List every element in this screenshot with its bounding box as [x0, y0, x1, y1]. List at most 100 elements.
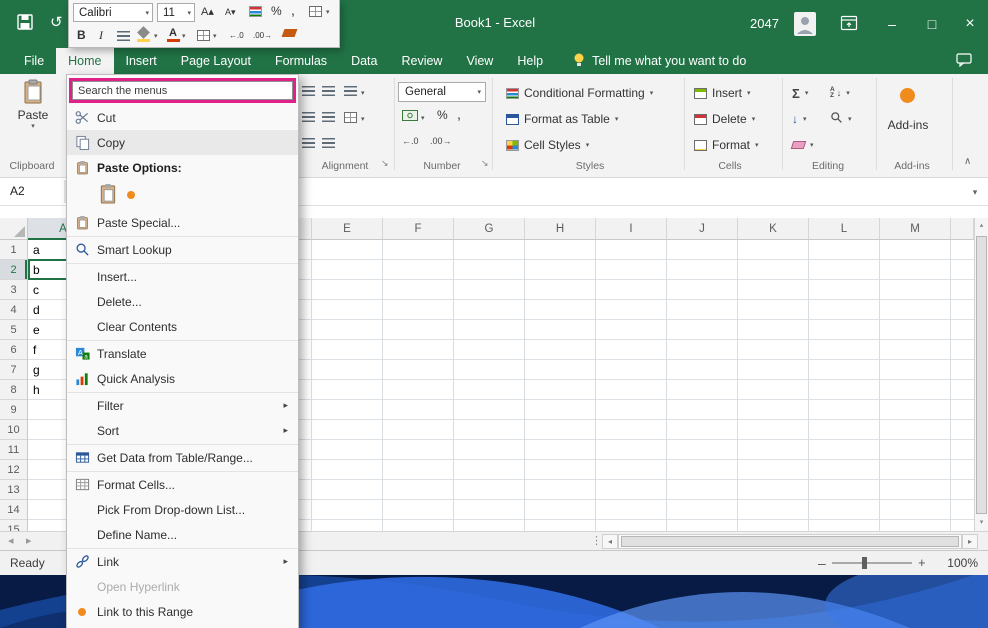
horizontal-scrollbar[interactable]: [618, 534, 962, 549]
menu-item-smart-lookup[interactable]: Smart Lookup: [67, 237, 298, 262]
column-header[interactable]: L: [809, 218, 880, 240]
percent-style-icon[interactable]: %: [437, 108, 448, 122]
menu-item-link-to-range[interactable]: Link to this Range: [67, 599, 298, 624]
insert-cells-button[interactable]: Insert ▾: [694, 82, 751, 104]
font-color-icon[interactable]: A: [169, 27, 177, 39]
align-icon[interactable]: [117, 31, 130, 42]
menu-item-format-cells[interactable]: Format Cells...: [67, 472, 298, 497]
column-header[interactable]: E: [312, 218, 383, 240]
menu-item-get-data[interactable]: Get Data from Table/Range...: [67, 445, 298, 470]
menu-item-filter[interactable]: Filter ▸: [67, 393, 298, 418]
row-header[interactable]: 10: [0, 420, 27, 440]
menu-item-delete[interactable]: Delete...: [67, 289, 298, 314]
orientation-dropdown-icon[interactable]: ▾: [361, 89, 365, 97]
dropdown-icon[interactable]: ▾: [182, 32, 186, 40]
tab-formulas[interactable]: Formulas: [263, 48, 339, 74]
align-right-icon[interactable]: [322, 138, 335, 149]
menu-item-clear-contents[interactable]: Clear Contents: [67, 314, 298, 339]
justify-icon[interactable]: [302, 138, 315, 149]
cell-A5[interactable]: e: [33, 320, 40, 340]
row-header[interactable]: 8: [0, 380, 27, 400]
paste-keep-source-button[interactable]: [99, 183, 117, 207]
menu-item-cut[interactable]: Cut: [67, 105, 298, 130]
zoom-in-icon[interactable]: +: [918, 555, 926, 570]
column-header[interactable]: G: [454, 218, 525, 240]
avatar[interactable]: [794, 12, 816, 39]
clear-button[interactable]: ▾: [792, 134, 814, 156]
grow-font-icon[interactable]: A▴: [201, 5, 214, 18]
find-select-button[interactable]: ▾: [830, 108, 852, 130]
number-format-select[interactable]: General ▾: [398, 82, 486, 102]
row-header[interactable]: 12: [0, 460, 27, 480]
table-format-icon[interactable]: [309, 6, 322, 17]
maximize-button[interactable]: □: [916, 12, 948, 36]
align-left-icon[interactable]: [302, 86, 315, 97]
dropdown-icon[interactable]: ▾: [154, 32, 158, 40]
italic-icon[interactable]: I: [99, 28, 103, 43]
shrink-font-icon[interactable]: A▾: [225, 7, 236, 18]
bold-icon[interactable]: B: [77, 28, 86, 42]
addins-button[interactable]: Add-ins: [884, 118, 932, 132]
name-box[interactable]: A2: [0, 178, 64, 205]
tab-view[interactable]: View: [454, 48, 505, 74]
column-header[interactable]: J: [667, 218, 738, 240]
scroll-down-icon[interactable]: ▾: [975, 515, 988, 531]
accounting-format-icon[interactable]: [402, 110, 418, 124]
increase-decimal-icon[interactable]: ←.0: [402, 136, 419, 146]
conditional-formatting-button[interactable]: Conditional Formatting ▾: [506, 82, 653, 104]
format-as-table-button[interactable]: Format as Table ▾: [506, 108, 618, 130]
scroll-up-icon[interactable]: ▴: [975, 218, 988, 234]
select-all-corner[interactable]: [0, 218, 28, 240]
row-header[interactable]: 3: [0, 280, 27, 300]
minimize-button[interactable]: –: [876, 12, 908, 36]
format-painter-icon[interactable]: [249, 6, 262, 17]
horizontal-scrollbar-thumb[interactable]: [621, 536, 959, 547]
comments-icon[interactable]: [956, 53, 972, 70]
menu-item-translate[interactable]: A a Translate: [67, 341, 298, 366]
tell-me-box[interactable]: Tell me what you want to do: [573, 48, 746, 74]
fill-button[interactable]: ↓ ▾: [792, 108, 807, 130]
sheet-nav-left-icon[interactable]: ◂: [8, 534, 14, 547]
format-cells-button[interactable]: Format ▾: [694, 134, 759, 156]
number-dialog-launcher-icon[interactable]: ↘: [481, 158, 489, 169]
sort-filter-button[interactable]: AZ ↓ ▾: [830, 82, 850, 104]
hscroll-right-arrow[interactable]: ▸: [962, 534, 978, 549]
ribbon-display-options-icon[interactable]: [840, 15, 858, 34]
row-header[interactable]: 9: [0, 400, 27, 420]
font-size-select[interactable]: 11 ▾: [157, 3, 195, 22]
tab-help[interactable]: Help: [505, 48, 555, 74]
row-header[interactable]: 2: [0, 260, 27, 280]
menu-item-paste-special[interactable]: Paste Special...: [67, 210, 298, 235]
hscroll-left-arrow[interactable]: ◂: [602, 534, 618, 549]
menu-item-pick-from-list[interactable]: Pick From Drop-down List...: [67, 497, 298, 522]
addins-icon[interactable]: [900, 88, 915, 103]
font-name-select[interactable]: Calibri ▾: [73, 3, 153, 22]
zoom-slider-handle[interactable]: [862, 557, 867, 569]
row-header[interactable]: 5: [0, 320, 27, 340]
menu-search-input[interactable]: [72, 81, 293, 100]
tab-page-layout[interactable]: Page Layout: [169, 48, 263, 74]
borders-icon[interactable]: [197, 30, 210, 41]
row-header[interactable]: 14: [0, 500, 27, 520]
menu-item-insert[interactable]: Insert...: [67, 264, 298, 289]
indent-icon[interactable]: [322, 112, 335, 123]
menu-item-quick-analysis[interactable]: Quick Analysis: [67, 366, 298, 391]
align-bottom-icon[interactable]: [302, 112, 315, 123]
column-header[interactable]: F: [383, 218, 454, 240]
sheet-nav-right-icon[interactable]: ▸: [26, 534, 32, 547]
row-header[interactable]: 13: [0, 480, 27, 500]
tab-data[interactable]: Data: [339, 48, 389, 74]
zoom-out-icon[interactable]: –: [818, 555, 826, 571]
merge-dropdown-icon[interactable]: ▾: [361, 115, 365, 123]
column-header[interactable]: H: [525, 218, 596, 240]
brush-icon[interactable]: [282, 29, 298, 37]
tab-home[interactable]: Home: [56, 48, 113, 74]
comma-icon[interactable]: ,: [291, 2, 295, 18]
row-header[interactable]: 4: [0, 300, 27, 320]
row-header[interactable]: 11: [0, 440, 27, 460]
column-header[interactable]: M: [880, 218, 951, 240]
row-header[interactable]: 6: [0, 340, 27, 360]
column-header[interactable]: I: [596, 218, 667, 240]
cell-A8[interactable]: h: [33, 380, 40, 400]
row-header[interactable]: 1: [0, 240, 27, 260]
